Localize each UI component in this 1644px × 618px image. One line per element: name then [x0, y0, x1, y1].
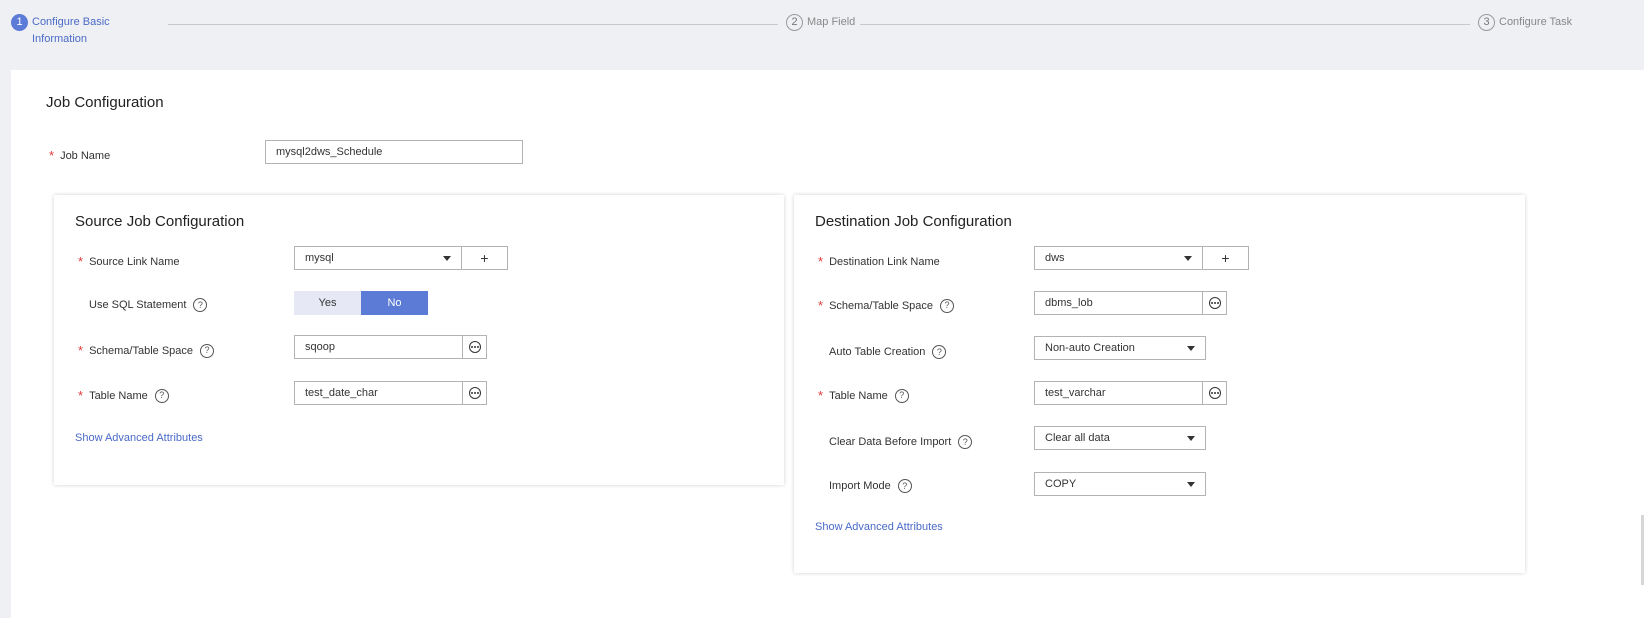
source-schema-browse-button[interactable] — [462, 335, 487, 359]
import-mode-value: COPY — [1045, 478, 1077, 490]
source-schema-input[interactable]: sqoop — [294, 335, 463, 359]
required-marker: * — [78, 388, 84, 403]
add-destination-link-button[interactable]: + — [1202, 246, 1249, 270]
help-icon[interactable]: ? — [154, 388, 169, 403]
destination-table-input[interactable]: test_varchar — [1034, 381, 1203, 405]
source-card-title: Source Job Configuration — [75, 213, 245, 230]
auto-table-value: Non-auto Creation — [1045, 342, 1135, 354]
help-icon[interactable]: ? — [200, 343, 215, 358]
destination-link-label: * Destination Link Name — [818, 254, 940, 269]
source-link-value: mysql — [305, 252, 334, 264]
chevron-down-icon — [1184, 255, 1192, 261]
job-name-input[interactable]: mysql2dws_Schedule — [265, 140, 523, 164]
source-schema-label-text: Schema/Table Space — [89, 344, 194, 357]
source-table-browse-button[interactable] — [462, 381, 487, 405]
use-sql-no-option[interactable]: No — [361, 291, 428, 315]
import-mode-label-text: Import Mode — [829, 480, 891, 492]
help-icon[interactable]: ? — [894, 388, 909, 403]
help-icon[interactable]: ? — [940, 298, 955, 313]
help-icon[interactable]: ? — [958, 435, 973, 449]
section-title-job-configuration: Job Configuration — [46, 94, 164, 111]
step-label-3: Configure Task — [1499, 16, 1573, 28]
use-sql-label: Use SQL Statement ? — [89, 298, 208, 312]
step-connector-2 — [860, 24, 1470, 25]
destination-link-label-text: Destination Link Name — [829, 255, 940, 268]
destination-link-value: dws — [1045, 252, 1065, 264]
use-sql-toggle: Yes No — [294, 291, 428, 315]
source-link-select[interactable]: mysql — [294, 246, 462, 270]
step-number-1: 1 — [11, 14, 28, 31]
destination-table-browse-button[interactable] — [1202, 381, 1227, 405]
wizard-stepper: 1 Configure Basic Information 2 Map Fiel… — [0, 0, 1644, 70]
step-number-2: 2 — [786, 14, 803, 31]
chevron-down-icon — [1187, 435, 1195, 441]
required-marker: * — [818, 254, 824, 269]
import-mode-label: Import Mode ? — [829, 479, 912, 493]
help-icon[interactable]: ? — [932, 345, 947, 359]
required-marker: * — [818, 388, 824, 403]
auto-table-label: Auto Table Creation ? — [829, 345, 947, 359]
source-link-label: * Source Link Name — [78, 254, 180, 269]
help-icon[interactable]: ? — [193, 298, 208, 312]
job-name-label: * Job Name — [49, 148, 110, 163]
more-icon — [1208, 297, 1221, 309]
clear-data-label-text: Clear Data Before Import — [829, 436, 952, 448]
required-marker: * — [78, 343, 84, 358]
step-label-1: Configure Basic Information — [32, 14, 110, 48]
source-table-label-text: Table Name — [89, 389, 148, 402]
clear-data-value: Clear all data — [1045, 432, 1110, 444]
more-icon — [1208, 387, 1221, 399]
import-mode-select[interactable]: COPY — [1034, 472, 1206, 496]
clear-data-select[interactable]: Clear all data — [1034, 426, 1206, 450]
use-sql-label-text: Use SQL Statement — [89, 299, 187, 311]
destination-schema-input[interactable]: dbms_lob — [1034, 291, 1203, 315]
more-icon — [468, 387, 481, 399]
source-table-label: * Table Name ? — [78, 388, 169, 403]
job-name-label-text: Job Name — [60, 149, 111, 162]
destination-schema-label-text: Schema/Table Space — [829, 299, 934, 312]
destination-link-select[interactable]: dws — [1034, 246, 1203, 270]
destination-schema-label: * Schema/Table Space ? — [818, 298, 955, 313]
source-table-input[interactable]: test_date_char — [294, 381, 463, 405]
chevron-down-icon — [1187, 345, 1195, 351]
destination-card-title: Destination Job Configuration — [815, 213, 1012, 230]
destination-job-card: Destination Job Configuration * Destinat… — [794, 195, 1525, 573]
source-schema-label: * Schema/Table Space ? — [78, 343, 215, 358]
step-label-2: Map Field — [807, 16, 856, 28]
step-label-1-line2: Information — [32, 33, 88, 45]
step-configure-basic[interactable]: 1 Configure Basic Information — [11, 14, 110, 48]
step-map-field[interactable]: 2 Map Field — [786, 14, 855, 31]
clear-data-label: Clear Data Before Import ? — [829, 435, 973, 449]
source-job-card: Source Job Configuration * Source Link N… — [54, 195, 784, 485]
step-configure-task[interactable]: 3 Configure Task — [1478, 14, 1572, 31]
source-link-label-text: Source Link Name — [89, 255, 180, 268]
more-icon — [468, 341, 481, 353]
help-icon[interactable]: ? — [897, 479, 912, 493]
destination-table-label-text: Table Name — [829, 389, 888, 402]
step-label-1-line1: Configure Basic — [32, 16, 110, 28]
chevron-down-icon — [443, 255, 451, 261]
source-show-advanced-link[interactable]: Show Advanced Attributes — [75, 432, 203, 444]
job-config-panel: Job Configuration * Job Name mysql2dws_S… — [11, 70, 1644, 618]
step-connector-1 — [168, 24, 778, 25]
step-number-3: 3 — [1478, 14, 1495, 31]
auto-table-label-text: Auto Table Creation — [829, 346, 926, 358]
required-marker: * — [818, 298, 824, 313]
auto-table-select[interactable]: Non-auto Creation — [1034, 336, 1206, 360]
destination-schema-browse-button[interactable] — [1202, 291, 1227, 315]
required-marker: * — [78, 254, 84, 269]
destination-table-label: * Table Name ? — [818, 388, 909, 403]
required-marker: * — [49, 148, 55, 163]
add-source-link-button[interactable]: + — [461, 246, 508, 270]
use-sql-yes-option[interactable]: Yes — [294, 291, 361, 315]
chevron-down-icon — [1187, 481, 1195, 487]
destination-show-advanced-link[interactable]: Show Advanced Attributes — [815, 521, 943, 533]
